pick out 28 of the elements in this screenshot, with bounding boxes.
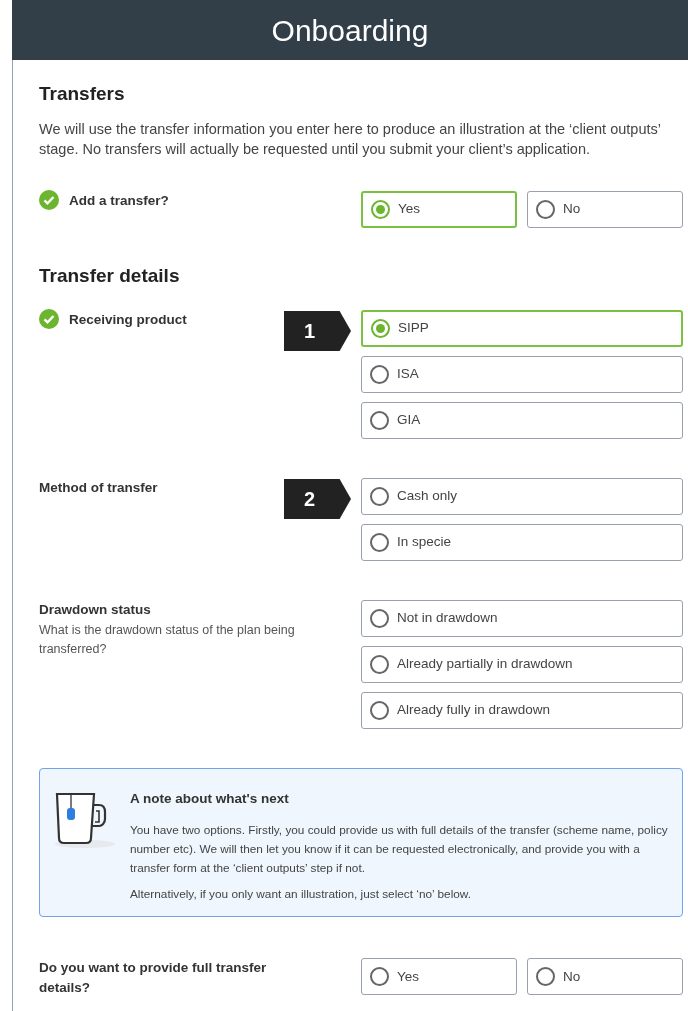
radio-option[interactable]: ISA — [361, 356, 683, 393]
radio-option[interactable]: In specie — [361, 524, 683, 561]
question-label: Drawdown status — [39, 601, 151, 619]
radio-option[interactable]: Yes — [361, 190, 517, 228]
radio-option[interactable]: Already partially in drawdown — [361, 646, 683, 683]
radio-option[interactable]: No — [527, 190, 683, 228]
step-marker: 2 — [284, 479, 351, 519]
radio-option[interactable]: No — [527, 958, 683, 996]
question-hint: What is the drawdown status of the plan being transferred? — [39, 622, 296, 658]
radio-option[interactable]: Already fully in drawdown — [361, 692, 683, 729]
radio-option[interactable]: Not in drawdown — [361, 600, 683, 637]
section-heading: Transfer details — [39, 263, 181, 288]
note-title: A note about what's next — [130, 790, 290, 808]
note-text: You have two options. Firstly, you could provide us with full details of the transfer (scheme name, policy number etc). We will then let you know if it can be requested electronically, and provide you with a transfer form at the ‘client outputs’ step if not. — [130, 822, 669, 878]
page-title: Onboarding — [271, 12, 429, 49]
radio-option[interactable]: SIPP — [361, 310, 683, 347]
mug-icon — [54, 791, 116, 849]
radio-option[interactable]: Yes — [361, 958, 517, 996]
question-label: Do you want to provide full transfer details? — [39, 959, 268, 998]
section-heading: Transfers — [39, 82, 126, 106]
question-label: Method of transfer — [39, 479, 158, 497]
note-text: Alternatively, if you only want an illustration, just select ‘no’ below. — [130, 886, 472, 904]
step-marker: 1 — [284, 311, 351, 351]
question-label: Receiving product — [69, 311, 187, 329]
radio-option[interactable]: GIA — [361, 402, 683, 439]
radio-option[interactable]: Cash only — [361, 478, 683, 515]
intro-text: We will use the transfer information you enter here to produce an illustration at the ‘client outputs’ stage. No transfers will actually be requested until you submit your client’s application. — [39, 119, 662, 159]
question-label: Add a transfer? — [69, 191, 169, 210]
